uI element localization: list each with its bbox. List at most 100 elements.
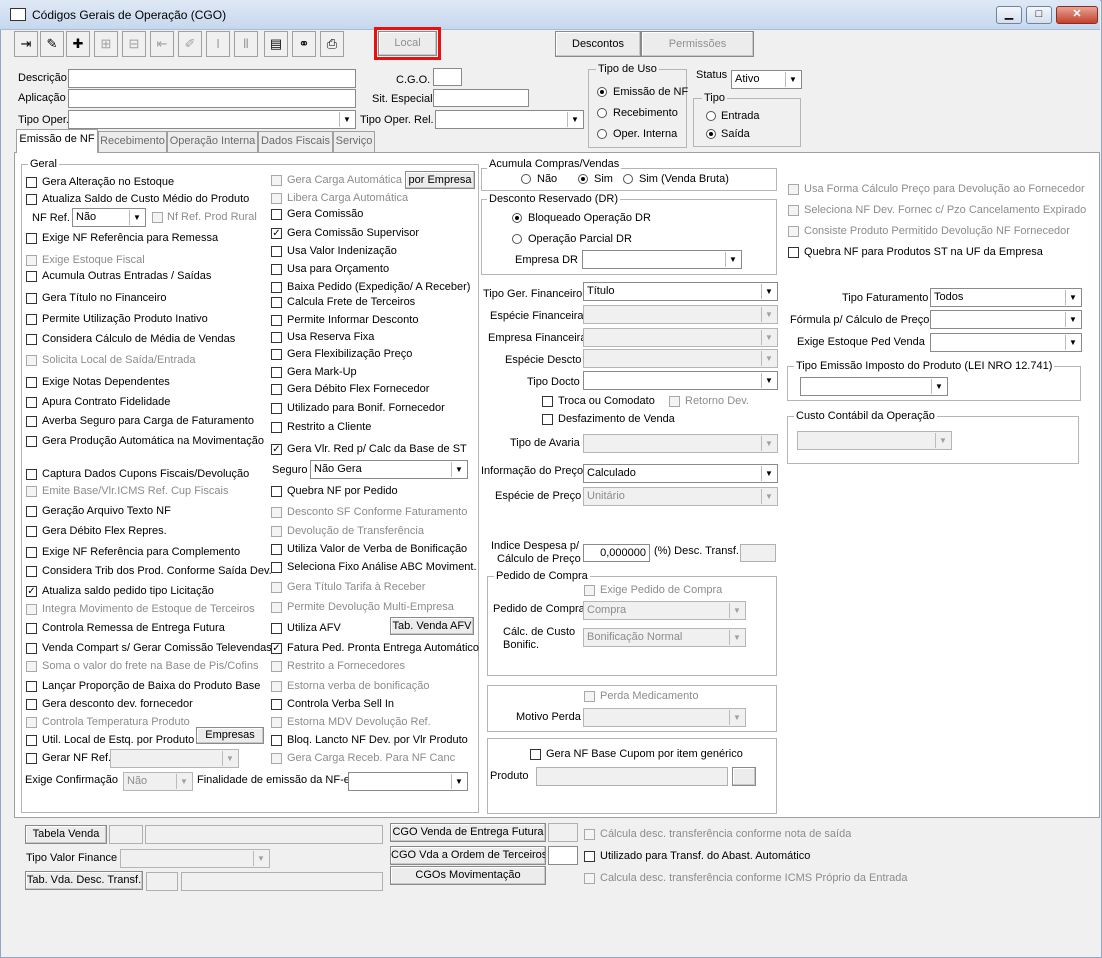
especie-financeira-select[interactable]: ▼: [583, 305, 778, 324]
aplicacao-input[interactable]: [68, 89, 356, 108]
nf-ref-prod-rural-checkbox[interactable]: [152, 212, 163, 223]
exige-confirmacao-select[interactable]: Não ▼: [123, 772, 193, 791]
empresa-dr-select[interactable]: ▼: [582, 250, 742, 269]
nf-ref-select[interactable]: Não ▼: [72, 208, 146, 227]
geral-checkbox[interactable]: [26, 735, 37, 746]
geral-checkbox[interactable]: [26, 355, 37, 366]
tab-recebimento[interactable]: Recebimento: [98, 131, 167, 152]
right-checkbox[interactable]: [788, 184, 799, 195]
permissoes-button[interactable]: Permissões: [641, 31, 754, 57]
geral-checkbox[interactable]: [271, 246, 282, 257]
insert-row-button[interactable]: ⊞: [94, 31, 118, 57]
geral-checkbox[interactable]: [271, 562, 282, 573]
sit-especial-input[interactable]: [433, 89, 529, 107]
binoculars-button[interactable]: ⚭: [292, 31, 316, 57]
radio-recebimento[interactable]: [597, 108, 607, 118]
formula-preco-select[interactable]: ▼: [930, 310, 1082, 329]
geral-checkbox[interactable]: [26, 293, 37, 304]
radio-bloqueado-dr[interactable]: [512, 213, 522, 223]
first-record-button[interactable]: ⇤: [150, 31, 174, 57]
geral-checkbox[interactable]: [271, 623, 282, 634]
retorno-dev-checkbox[interactable]: [669, 396, 680, 407]
geral-checkbox[interactable]: [26, 681, 37, 692]
geral-checkbox[interactable]: [26, 255, 37, 266]
geral-checkbox[interactable]: [26, 486, 37, 497]
tipo-faturamento-select[interactable]: Todos ▼: [930, 288, 1082, 307]
tab-vda-desc-transf-button[interactable]: Tab. Vda. Desc. Transf.: [25, 871, 143, 890]
edit-disabled-button[interactable]: ✐: [178, 31, 202, 57]
radio-acumula-nao[interactable]: [521, 174, 531, 184]
calc-desc-nota-checkbox[interactable]: [584, 829, 595, 840]
utilizado-transf-checkbox[interactable]: [584, 851, 595, 862]
por-empresa-button[interactable]: por Empresa: [405, 171, 475, 189]
geral-checkbox[interactable]: [26, 661, 37, 672]
info-preco-select[interactable]: Calculado ▼: [583, 464, 778, 483]
especie-preco-select[interactable]: Unitário ▼: [583, 487, 778, 506]
geral-checkbox[interactable]: ✓: [271, 444, 282, 455]
geral-checkbox[interactable]: [271, 282, 282, 293]
geral-checkbox[interactable]: [271, 735, 282, 746]
tab-servico[interactable]: Serviço: [333, 131, 375, 152]
geral-checkbox[interactable]: [26, 194, 37, 205]
desc-transf-input[interactable]: [740, 544, 776, 562]
tipo-valor-select[interactable]: ▼: [120, 849, 270, 868]
tipo-avaria-select[interactable]: ▼: [583, 434, 778, 453]
geral-checkbox[interactable]: [26, 526, 37, 537]
geral-checkbox[interactable]: ✓: [26, 586, 37, 597]
minimize-button[interactable]: ▁: [996, 6, 1022, 24]
empresas-button[interactable]: Empresas: [196, 727, 264, 744]
perda-medicamento-checkbox[interactable]: [584, 691, 595, 702]
geral-checkbox[interactable]: [271, 315, 282, 326]
delete-row-button[interactable]: ⊟: [122, 31, 146, 57]
grid-list-button[interactable]: ▤: [264, 31, 288, 57]
geral-checkbox[interactable]: [271, 264, 282, 275]
geral-checkbox[interactable]: [271, 403, 282, 414]
cgo-vda-ordem-button[interactable]: CGO Vda a Ordem de Terceiros: [390, 846, 546, 865]
empresa-financeira-select[interactable]: ▼: [583, 328, 778, 347]
geral-checkbox[interactable]: [26, 717, 37, 728]
close-button[interactable]: ✕: [1056, 6, 1098, 24]
tipo-oper-rel-select[interactable]: ▼: [435, 110, 584, 129]
tab-vda-code-input[interactable]: [146, 872, 178, 891]
radio-entrada[interactable]: [706, 111, 716, 121]
geral-checkbox[interactable]: [271, 717, 282, 728]
geral-checkbox[interactable]: [271, 332, 282, 343]
geral-checkbox[interactable]: [26, 397, 37, 408]
geral-checkbox[interactable]: [26, 566, 37, 577]
seguro-select[interactable]: Não Gera ▼: [310, 460, 468, 479]
tipo-ger-financeiro-select[interactable]: Título ▼: [583, 282, 778, 301]
add-record-button[interactable]: ✚: [66, 31, 90, 57]
maximize-button[interactable]: □: [1026, 6, 1052, 24]
cgo-entrega-futura-button[interactable]: CGO Venda de Entrega Futura: [390, 823, 546, 842]
radio-emissao-nf[interactable]: [597, 87, 607, 97]
print-button[interactable]: ⎙: [320, 31, 344, 57]
produto-lookup-button[interactable]: [732, 767, 756, 786]
geral-checkbox[interactable]: [271, 486, 282, 497]
cgo-vda-ordem-input[interactable]: [548, 846, 578, 865]
cgo-entrega-futura-input[interactable]: [548, 823, 578, 842]
geral-checkbox[interactable]: [26, 177, 37, 188]
geral-checkbox[interactable]: [26, 271, 37, 282]
geral-checkbox[interactable]: [271, 175, 282, 186]
custo-contabil-select[interactable]: ▼: [797, 431, 952, 450]
geral-checkbox[interactable]: [271, 544, 282, 555]
geral-checkbox[interactable]: [26, 623, 37, 634]
geral-checkbox[interactable]: [26, 314, 37, 325]
geral-checkbox[interactable]: [271, 384, 282, 395]
tipo-oper-select[interactable]: ▼: [68, 110, 356, 129]
geral-checkbox[interactable]: [26, 699, 37, 710]
cgo-input[interactable]: [433, 68, 462, 86]
geral-checkbox[interactable]: [271, 602, 282, 613]
tabela-venda-button[interactable]: Tabela Venda: [25, 825, 107, 844]
cgos-movimentacao-button[interactable]: CGOs Movimentação: [390, 866, 546, 885]
geral-checkbox[interactable]: [26, 416, 37, 427]
geral-checkbox[interactable]: [26, 377, 37, 388]
edit-pencil-button[interactable]: ✎: [40, 31, 64, 57]
cursor-button[interactable]: I: [206, 31, 230, 57]
geral-checkbox[interactable]: [26, 436, 37, 447]
geral-checkbox[interactable]: [26, 334, 37, 345]
geral-checkbox[interactable]: [271, 582, 282, 593]
geral-checkbox[interactable]: [271, 661, 282, 672]
geral-checkbox[interactable]: ✓: [271, 643, 282, 654]
right-checkbox[interactable]: [788, 247, 799, 258]
